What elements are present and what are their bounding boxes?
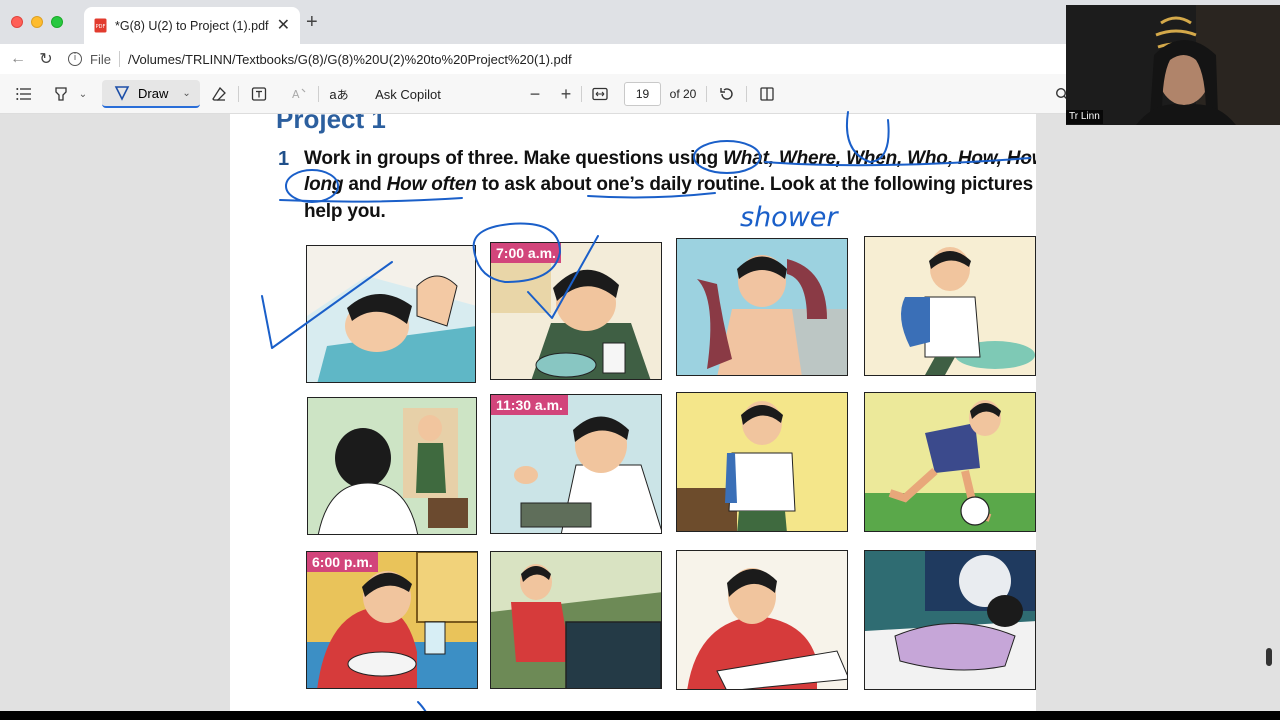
draw-pen-icon xyxy=(114,86,130,101)
participant-video xyxy=(1066,5,1280,125)
picture-panel-tv-morning xyxy=(307,397,477,535)
vertical-scrollbar-thumb[interactable] xyxy=(1266,648,1272,666)
tab-close-icon[interactable]: ✕ xyxy=(277,17,290,34)
rotate-icon[interactable] xyxy=(716,74,738,114)
site-info-icon[interactable]: i xyxy=(68,52,82,66)
read-aloud-icon[interactable]: A xyxy=(288,74,310,114)
picture-panel-going-to-school xyxy=(864,236,1036,376)
window-maximize-button[interactable] xyxy=(51,16,63,28)
picture-panel-walking-home xyxy=(676,392,848,532)
instruction-line-1: Work in groups of three. Make questions … xyxy=(304,148,1036,170)
highlight-menu-chevron-icon[interactable]: ⌄ xyxy=(76,74,90,114)
panel-time-label: 6:00 p.m. xyxy=(307,552,378,572)
section-title: Project 1 xyxy=(276,114,386,134)
draw-button[interactable]: Draw ⌄ xyxy=(102,80,200,108)
instruction-text: Work in groups of three. Make questions … xyxy=(304,148,724,169)
toolbar-separator xyxy=(581,86,582,102)
instruction-text: and xyxy=(343,174,387,195)
picture-panel-shower xyxy=(676,238,848,376)
table-of-contents-icon[interactable] xyxy=(12,74,36,114)
picture-panel-homework xyxy=(676,550,848,690)
url-divider xyxy=(118,51,120,67)
pdf-page[interactable]: Project 1 1 Work in groups of three. Mak… xyxy=(230,114,1036,720)
picture-panel-sleeping xyxy=(864,550,1036,690)
picture-panel-waking-up xyxy=(306,245,476,383)
translate-icon[interactable]: aあ xyxy=(328,74,350,114)
bottom-edge xyxy=(0,711,1280,720)
svg-text:PDF: PDF xyxy=(96,24,106,30)
instruction-line-2: long and How often to ask about one’s da… xyxy=(304,174,1036,196)
new-tab-button[interactable]: + xyxy=(306,12,318,32)
draw-label: Draw xyxy=(138,85,169,101)
fit-to-width-icon[interactable] xyxy=(590,74,610,114)
window-close-button[interactable] xyxy=(11,16,23,28)
picture-panel-lunch: 11:30 a.m. xyxy=(490,394,662,534)
page-number-input[interactable]: 19 xyxy=(624,82,661,106)
back-arrow-icon[interactable]: ← xyxy=(4,50,32,68)
url-text[interactable]: /Volumes/TRLINN/Textbooks/G(8)/G(8)%20U(… xyxy=(128,52,572,67)
svg-text:A: A xyxy=(292,88,300,101)
tab-title: *G(8) U(2) to Project (1).pdf xyxy=(115,18,269,33)
panel-time-label: 11:30 a.m. xyxy=(491,395,568,415)
exercise-number: 1 xyxy=(278,148,290,170)
toolbar-separator xyxy=(318,86,319,102)
participant-name-label: Tr Linn xyxy=(1066,110,1103,124)
picture-panel-watching-tv xyxy=(490,551,662,689)
eraser-icon[interactable] xyxy=(208,74,230,114)
instruction-text: to ask about one’s daily routine. Look a… xyxy=(476,174,1036,195)
picture-panel-football xyxy=(864,392,1036,532)
toolbar-separator xyxy=(238,86,239,102)
pdf-file-icon: PDF xyxy=(94,18,107,33)
text-box-icon[interactable] xyxy=(248,74,270,114)
reload-icon[interactable]: ↻ xyxy=(32,49,60,69)
window-minimize-button[interactable] xyxy=(31,16,43,28)
tab-pdf-document[interactable]: PDF *G(8) U(2) to Project (1).pdf ✕ xyxy=(84,7,300,44)
highlight-icon[interactable] xyxy=(50,74,72,114)
page-view-icon[interactable] xyxy=(756,74,778,114)
ask-copilot-button[interactable]: Ask Copilot xyxy=(372,74,444,114)
page-total-label: of 20 xyxy=(669,87,697,101)
question-words: What, Where, When, Who, How, How xyxy=(723,148,1036,169)
url-scheme-label: File xyxy=(90,51,111,67)
question-word-long: long xyxy=(304,174,344,195)
zoom-in-icon[interactable]: + xyxy=(557,74,575,114)
pdf-viewer-window: PDF *G(8) U(2) to Project (1).pdf ✕ + ← … xyxy=(0,0,1280,720)
ask-copilot-label: Ask Copilot xyxy=(375,86,441,102)
draw-menu-chevron-icon[interactable]: ⌄ xyxy=(182,88,190,99)
instruction-line-3: help you. xyxy=(304,201,386,222)
zoom-out-icon[interactable]: − xyxy=(526,74,544,114)
panel-time-label: 7:00 a.m. xyxy=(491,243,561,263)
picture-panel-breakfast: 7:00 a.m. xyxy=(490,242,662,380)
toolbar-separator xyxy=(746,86,747,102)
picture-panel-dinner: 6:00 p.m. xyxy=(306,551,478,689)
toolbar-separator xyxy=(706,86,707,102)
question-word-how-often: How often xyxy=(386,174,477,195)
